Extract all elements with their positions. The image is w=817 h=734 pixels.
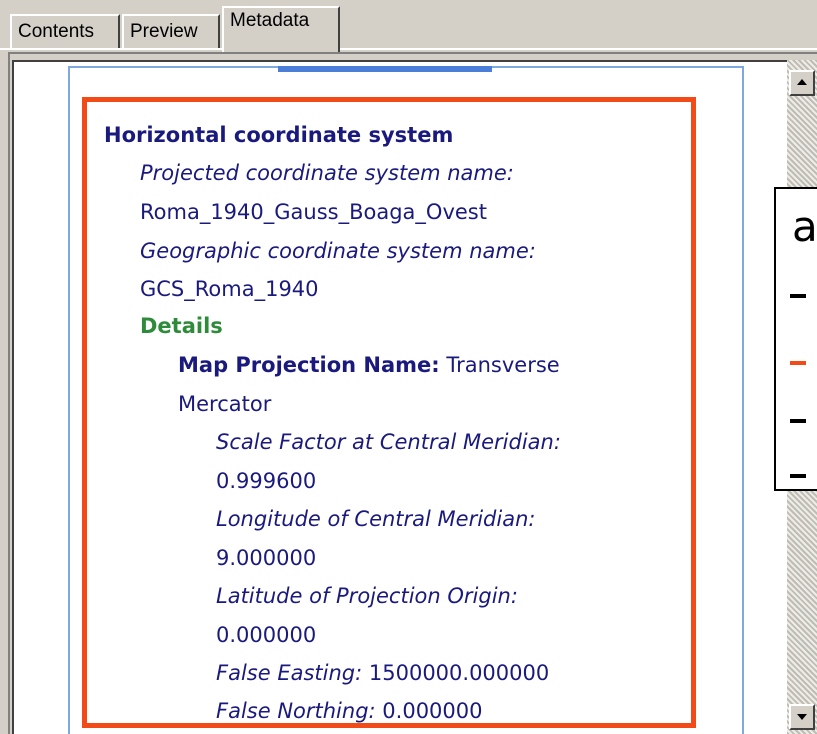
callout-letter: a [792,202,817,251]
callout-dash [790,474,806,478]
projected-coordinate-system-label: Projected coordinate system name: [140,161,514,185]
callout-overlay-box: a [774,187,817,491]
false-easting-label: False Easting: [216,661,363,685]
projected-coordinate-system-value: Roma_1940_Gauss_Boaga_Ovest [140,200,487,224]
map-projection-value-2: Mercator [178,392,272,416]
scale-factor-label: Scale Factor at Central Meridian: [216,430,561,454]
longitude-central-meridian-value: 9.000000 [216,546,317,570]
tab-metadata[interactable]: Metadata [222,6,340,52]
scroll-up-button[interactable] [789,70,815,96]
false-easting-value: 1500000.000000 [368,661,550,685]
heading-horizontal-coordinate-system: Horizontal coordinate system [104,123,454,147]
highlight-box [82,97,696,728]
callout-dash [790,419,806,423]
map-projection-label: Map Projection Name: [178,353,440,377]
map-projection-line: Map Projection Name: Transverse [178,351,560,379]
tab-strip: Contents Preview Metadata [0,0,817,52]
false-northing-label: False Northing: [216,699,376,723]
longitude-central-meridian-label: Longitude of Central Meridian: [216,507,536,531]
tab-contents-label: Contents [18,21,95,42]
geographic-coordinate-system-value: GCS_Roma_1940 [140,277,319,301]
latitude-projection-origin-value: 0.000000 [216,623,317,647]
false-easting-line: False Easting: 1500000.000000 [216,659,549,687]
tab-preview-label: Preview [130,21,198,42]
tab-preview[interactable]: Preview [122,14,220,48]
scroll-down-button[interactable] [789,704,815,730]
triangle-up-icon [797,79,807,85]
callout-dash-red [790,361,806,365]
geographic-coordinate-system-label: Geographic coordinate system name: [140,239,536,263]
document-page-topbar [278,66,492,72]
tab-strip-divider [0,48,817,50]
details-heading: Details [140,314,223,338]
callout-dash [790,294,806,298]
scale-factor-value: 0.999600 [216,469,317,493]
tab-contents[interactable]: Contents [10,14,120,48]
triangle-down-icon [797,714,807,720]
map-projection-value-1: Transverse [446,353,560,377]
latitude-projection-origin-label: Latitude of Projection Origin: [216,584,518,608]
false-northing-line: False Northing: 0.000000 [216,697,483,725]
false-northing-value: 0.000000 [382,699,483,723]
tab-metadata-label: Metadata [230,10,310,31]
